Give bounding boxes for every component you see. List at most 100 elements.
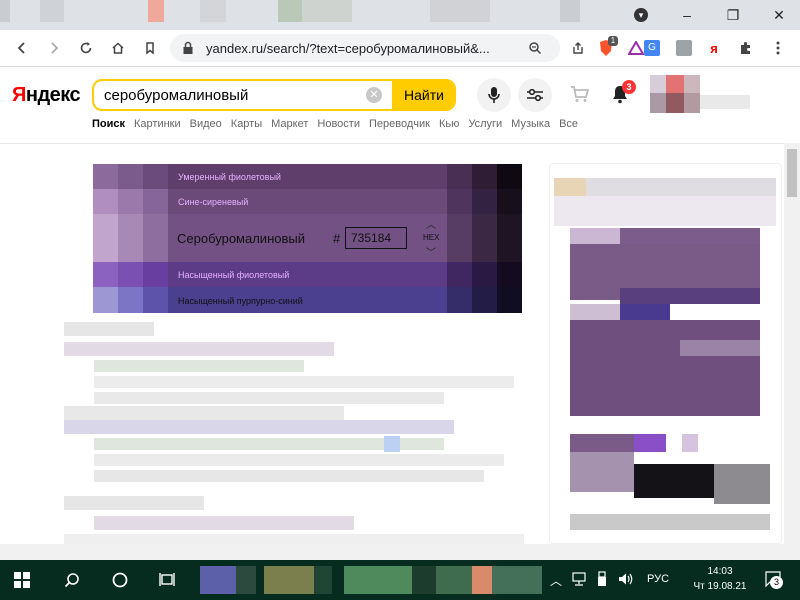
hex-format-label[interactable]: HEX	[423, 233, 439, 242]
color-swatch[interactable]	[93, 214, 118, 262]
tab-maps[interactable]: Карты	[231, 118, 262, 130]
search-settings-button[interactable]	[518, 78, 552, 112]
cart-button[interactable]	[570, 85, 590, 108]
address-bar[interactable]: yandex.ru/search/?text=серобуромалиновый…	[170, 34, 560, 62]
color-swatch[interactable]	[118, 214, 143, 262]
tray-expand-icon[interactable]: ︿	[550, 572, 562, 589]
tab-translate[interactable]: Переводчик	[369, 118, 430, 130]
result-title[interactable]	[94, 516, 354, 530]
color-row-saturated-purple-blue[interactable]: Насыщенный пурпурно-синий	[93, 287, 522, 313]
color-swatch[interactable]	[143, 287, 168, 313]
blurred-tab[interactable]	[278, 0, 302, 22]
network-tray-button[interactable]	[571, 572, 587, 591]
profile-extension-button[interactable]	[672, 36, 696, 60]
blurred-tab[interactable]	[302, 0, 352, 22]
taskbar-app[interactable]	[200, 566, 236, 594]
image-thumbnail[interactable]	[570, 452, 634, 492]
color-swatch[interactable]	[472, 262, 497, 287]
color-swatch[interactable]	[472, 214, 497, 262]
result-title[interactable]	[64, 342, 334, 356]
usb-tray-button[interactable]	[597, 571, 607, 592]
tab-images[interactable]: Картинки	[134, 118, 181, 130]
home-button[interactable]	[106, 36, 130, 60]
voice-search-button[interactable]	[477, 78, 511, 112]
images-panel[interactable]	[549, 163, 782, 544]
taskbar-app[interactable]	[314, 566, 332, 594]
taskbar-app[interactable]	[436, 566, 472, 594]
color-swatch[interactable]	[118, 189, 143, 214]
language-indicator[interactable]: РУС	[647, 573, 669, 585]
vertical-scrollbar[interactable]	[784, 143, 800, 561]
minimize-button[interactable]: –	[664, 0, 710, 30]
taskbar-app[interactable]	[472, 566, 492, 594]
yandex-extension-button[interactable]: я	[702, 36, 726, 60]
search-button[interactable]: Найти	[392, 81, 454, 109]
tab-services[interactable]: Услуги	[468, 118, 502, 130]
color-swatch[interactable]	[447, 214, 472, 262]
task-view-button[interactable]	[156, 568, 180, 592]
tab-q[interactable]: Кью	[439, 118, 459, 130]
horizontal-scrollbar[interactable]	[0, 544, 784, 560]
tab-all[interactable]: Все	[559, 118, 578, 130]
color-swatch[interactable]	[497, 164, 522, 189]
color-swatch[interactable]	[447, 189, 472, 214]
color-swatch[interactable]	[118, 287, 143, 313]
taskbar-app[interactable]	[344, 566, 412, 594]
brave-shield-button[interactable]: 1	[594, 36, 618, 60]
yandex-logo[interactable]: Яндекс	[12, 84, 81, 107]
tab-video[interactable]: Видео	[190, 118, 222, 130]
result-title[interactable]	[64, 420, 454, 434]
blurred-tab[interactable]	[560, 0, 580, 22]
back-button[interactable]	[10, 36, 34, 60]
color-swatch[interactable]	[447, 164, 472, 189]
color-swatch[interactable]	[143, 189, 168, 214]
blurred-tab[interactable]	[0, 0, 10, 22]
reload-button[interactable]	[74, 36, 98, 60]
tab-market[interactable]: Маркет	[271, 118, 308, 130]
search-input[interactable]	[102, 86, 356, 105]
scroll-thumb[interactable]	[787, 149, 797, 197]
browser-menu-button[interactable]	[766, 36, 790, 60]
color-swatch[interactable]	[472, 287, 497, 313]
taskbar-app[interactable]	[412, 566, 436, 594]
taskbar-app[interactable]	[492, 566, 542, 594]
color-swatch[interactable]	[143, 164, 168, 189]
color-swatch[interactable]	[93, 189, 118, 214]
color-row-selected[interactable]: Серобуромалиновый # ︿ HEX ﹀	[93, 214, 522, 262]
blurred-tab[interactable]	[148, 0, 164, 22]
forward-button[interactable]	[42, 36, 66, 60]
tab-news[interactable]: Новости	[317, 118, 360, 130]
tab-music[interactable]: Музыка	[511, 118, 550, 130]
color-swatch[interactable]	[472, 189, 497, 214]
blurred-tab[interactable]	[40, 0, 64, 22]
color-row-moderate-violet[interactable]: Умеренный фиолетовый	[93, 164, 522, 189]
volume-tray-button[interactable]	[618, 572, 634, 591]
taskbar-app[interactable]	[264, 566, 314, 594]
translate-extension-button[interactable]: G	[640, 36, 664, 60]
action-center-button[interactable]: 3	[764, 570, 783, 593]
tab-search-button[interactable]: ▾	[618, 0, 664, 30]
color-swatch[interactable]	[143, 214, 168, 262]
extensions-button[interactable]	[734, 36, 758, 60]
account-avatar[interactable]	[650, 75, 784, 115]
color-swatch[interactable]	[143, 262, 168, 287]
result-url[interactable]	[94, 360, 304, 372]
color-swatch[interactable]	[447, 262, 472, 287]
result-title[interactable]	[64, 406, 344, 420]
share-button[interactable]	[566, 36, 590, 60]
blurred-tab[interactable]	[430, 0, 490, 22]
result-title[interactable]	[64, 496, 204, 510]
search-button[interactable]	[60, 568, 84, 592]
notifications-button[interactable]: 3	[611, 80, 636, 109]
color-swatch[interactable]	[497, 262, 522, 287]
color-swatch[interactable]	[447, 287, 472, 313]
blurred-tab[interactable]	[200, 0, 226, 22]
color-row-saturated-violet[interactable]: Насыщенный фиолетовый	[93, 262, 522, 287]
color-swatch[interactable]	[118, 262, 143, 287]
bookmark-button[interactable]	[138, 36, 162, 60]
color-swatch[interactable]	[472, 164, 497, 189]
image-thumbnail[interactable]	[634, 464, 714, 498]
hex-up-button[interactable]: ︿	[426, 216, 436, 231]
color-swatch[interactable]	[118, 164, 143, 189]
hex-down-button[interactable]: ﹀	[426, 244, 436, 259]
